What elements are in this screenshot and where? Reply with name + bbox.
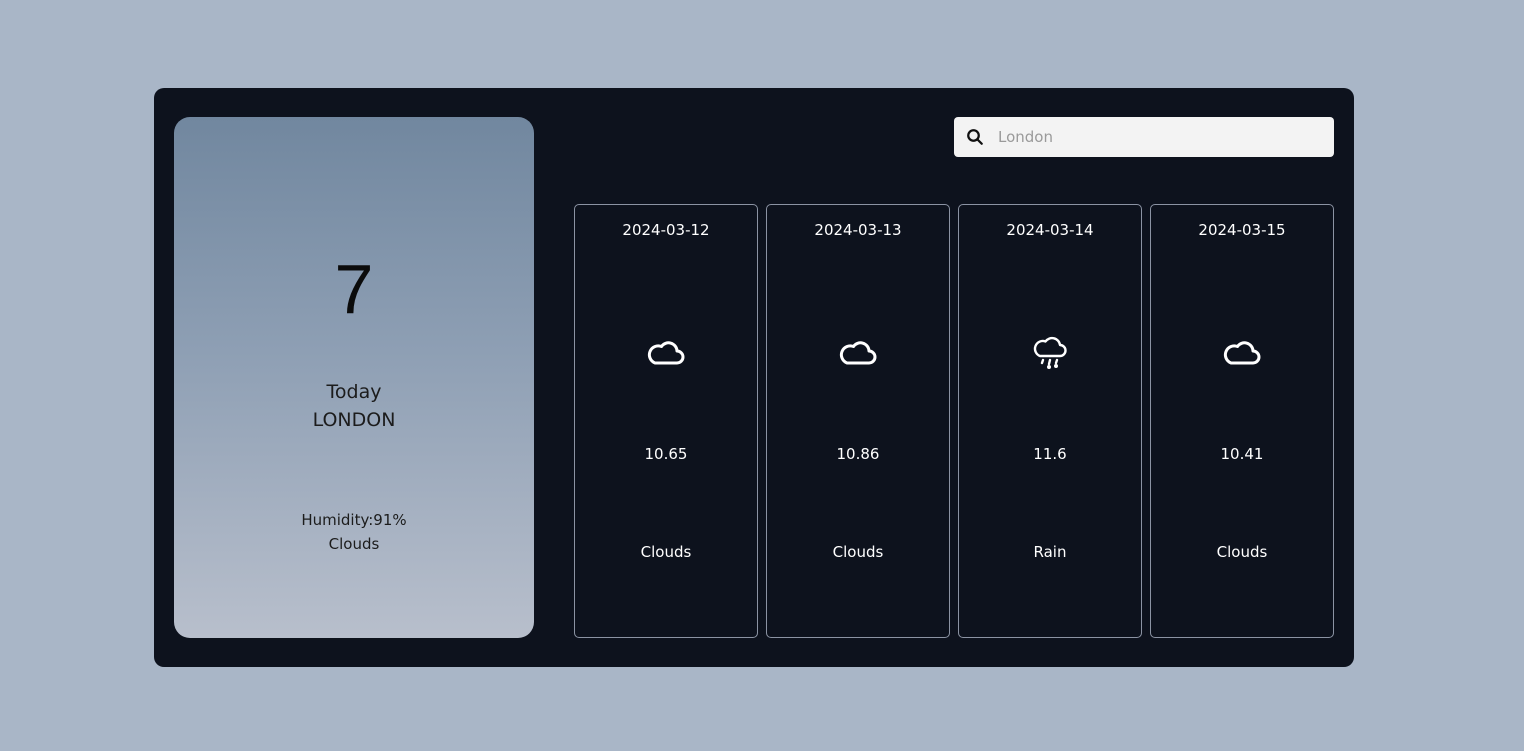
forecast-date: 2024-03-12 (622, 221, 710, 239)
today-label: Today (326, 381, 382, 403)
cloud-rain-icon (1033, 336, 1067, 370)
weather-description: Clouds (328, 535, 380, 553)
forecast-temperature: 10.41 (1220, 445, 1264, 463)
cloud-icon (647, 341, 685, 365)
humidity-value: Humidity:91% (301, 511, 407, 529)
forecast-temperature: 10.86 (836, 445, 880, 463)
forecast-temperature: 11.6 (1033, 445, 1067, 463)
search-icon[interactable] (966, 128, 984, 146)
city-name: LONDON (312, 409, 396, 431)
forecast-date: 2024-03-15 (1198, 221, 1286, 239)
weather-app: 7 Today LONDON Humidity:91% Clouds 2024-… (154, 88, 1354, 667)
current-temperature: 7 (334, 250, 374, 328)
forecast-date: 2024-03-13 (814, 221, 902, 239)
cloud-icon (839, 341, 877, 365)
forecast-card: 2024-03-13 10.86 Clouds (766, 204, 950, 638)
forecast-card: 2024-03-12 10.65 Clouds (574, 204, 758, 638)
search-bar[interactable] (954, 117, 1334, 157)
forecast-card: 2024-03-15 10.41 Clouds (1150, 204, 1334, 638)
forecast-description: Clouds (1216, 543, 1268, 561)
search-input[interactable] (998, 117, 1318, 157)
forecast-description: Clouds (640, 543, 692, 561)
cloud-icon (1223, 341, 1261, 365)
forecast-description: Rain (1033, 543, 1067, 561)
forecast-temperature: 10.65 (644, 445, 688, 463)
forecast-card: 2024-03-14 11.6 Rain (958, 204, 1142, 638)
today-weather-card: 7 Today LONDON Humidity:91% Clouds (174, 117, 534, 638)
forecast-description: Clouds (832, 543, 884, 561)
forecast-date: 2024-03-14 (1006, 221, 1094, 239)
forecast-list: 2024-03-12 10.65 Clouds 2024-03-13 10.86… (574, 204, 1334, 638)
